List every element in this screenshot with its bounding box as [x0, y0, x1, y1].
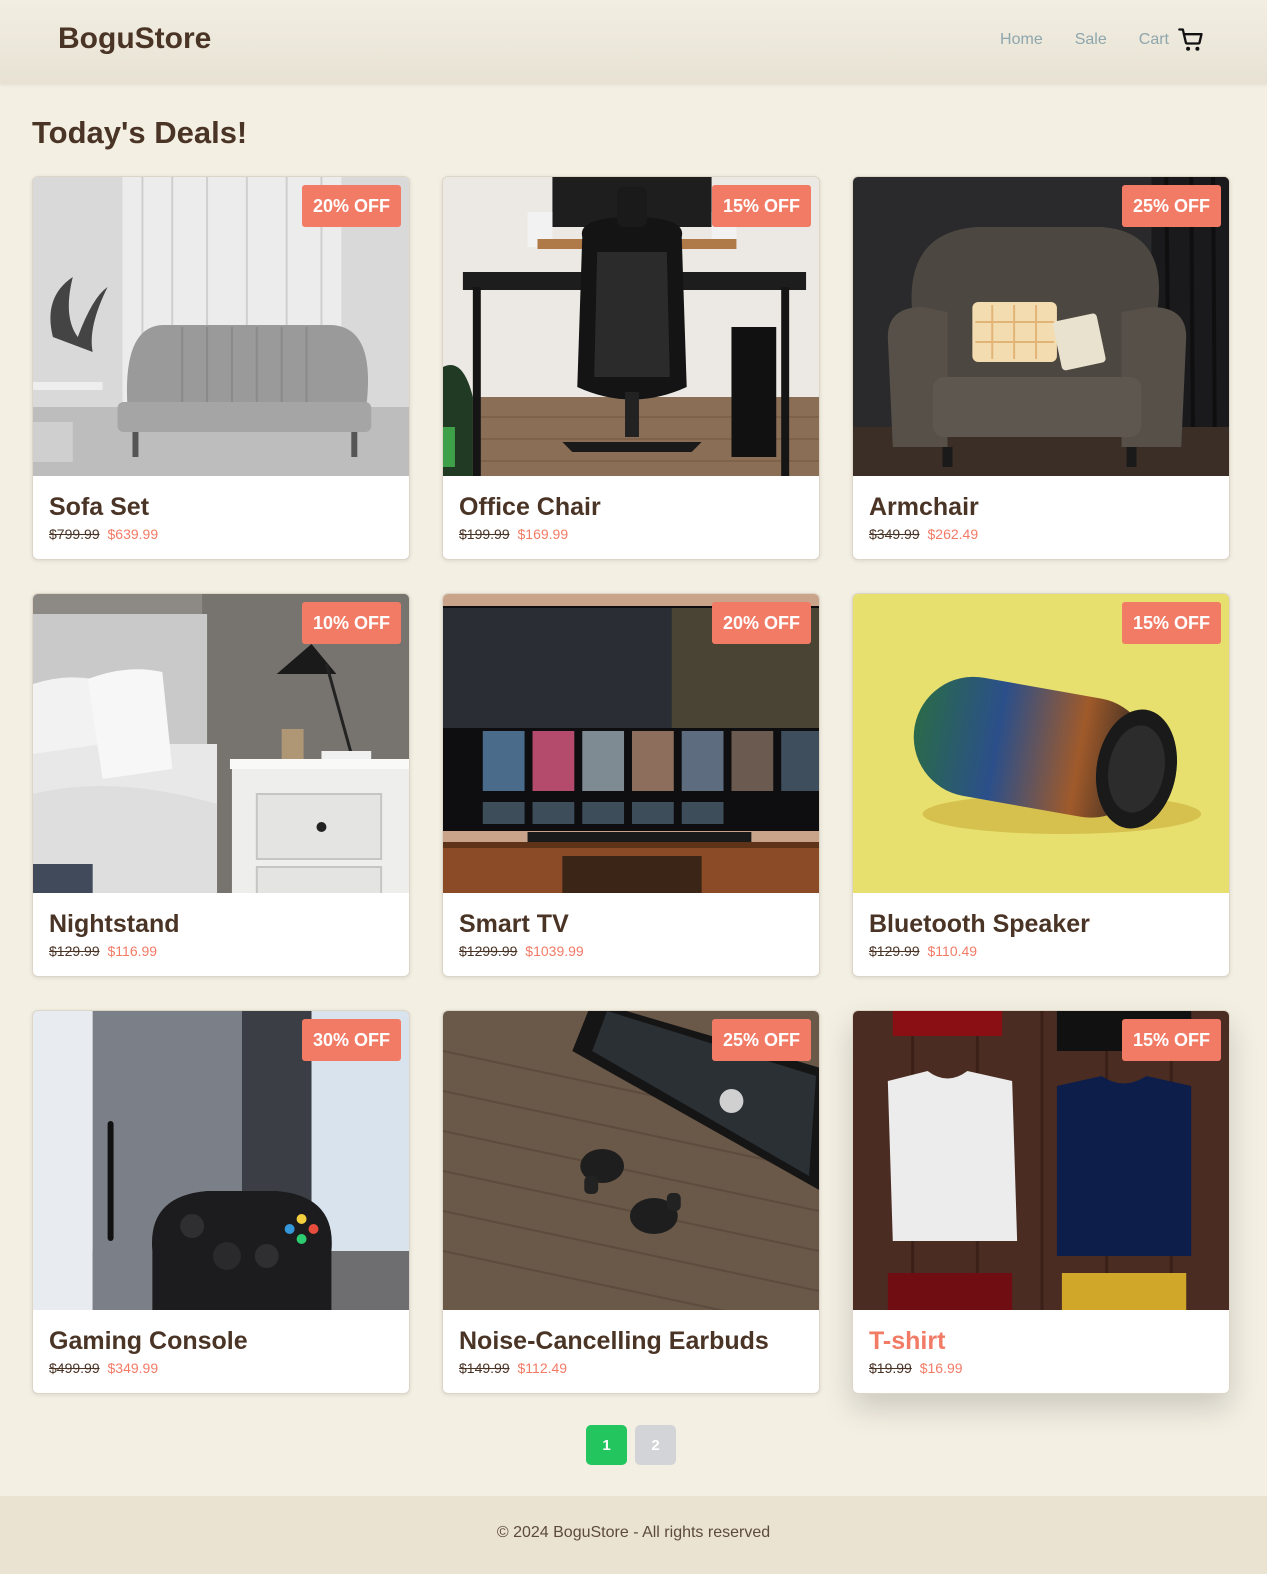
original-price: $349.99 — [869, 526, 920, 542]
product-image-tshirt[interactable]: 15% OFF — [853, 1011, 1229, 1310]
product-name[interactable]: Bluetooth Speaker — [869, 909, 1213, 939]
cart-icon[interactable] — [1177, 26, 1205, 54]
product-image-armchair[interactable]: 25% OFF — [853, 177, 1229, 476]
sale-price: $1039.99 — [525, 943, 584, 959]
original-price: $129.99 — [869, 943, 920, 959]
sale-price: $16.99 — [919, 1360, 963, 1376]
product-card[interactable]: 25% OFF Noise-Cancelling Earbuds $149.99… — [442, 1010, 820, 1394]
brand-logo[interactable]: BoguStore — [58, 22, 211, 56]
product-name[interactable]: Gaming Console — [49, 1326, 393, 1356]
product-image-office-chair[interactable]: 15% OFF — [443, 177, 819, 476]
discount-badge: 30% OFF — [301, 1019, 401, 1061]
sale-price: $112.49 — [517, 1360, 568, 1376]
product-name[interactable]: Noise-Cancelling Earbuds — [459, 1326, 803, 1356]
discount-badge: 15% OFF — [1121, 602, 1221, 644]
sale-price: $639.99 — [107, 526, 159, 542]
nav-sale-link[interactable]: Sale — [1075, 31, 1107, 49]
product-card[interactable]: 15% OFF T-shirt $19.99 $16.99 — [852, 1010, 1230, 1394]
nav-cart-label: Cart — [1138, 31, 1169, 48]
copyright-text: © 2024 BoguStore - All rights reserved — [496, 1524, 771, 1541]
product-card[interactable]: 25% OFF Armchair $349.99 $262.49 — [852, 176, 1230, 560]
page-button-2[interactable]: 2 — [635, 1425, 676, 1465]
product-image-speaker[interactable]: 15% OFF — [853, 594, 1229, 893]
main-nav: Home Sale Cart — [968, 26, 1205, 54]
nav-cart-link[interactable]: Cart — [1139, 26, 1205, 54]
product-name[interactable]: Armchair — [869, 492, 1213, 522]
product-name[interactable]: Nightstand — [49, 909, 393, 939]
sale-price: $110.49 — [927, 943, 978, 959]
site-footer: © 2024 BoguStore - All rights reserved — [0, 1496, 1267, 1574]
product-name[interactable]: T-shirt — [869, 1326, 1213, 1356]
product-image-sofa[interactable]: 20% OFF — [33, 177, 409, 476]
sale-price: $116.99 — [107, 943, 158, 959]
pagination: 1 2 — [586, 1425, 684, 1465]
product-card[interactable]: 20% OFF Smart TV $1299.99 $1039.99 — [442, 593, 820, 977]
discount-badge: 10% OFF — [301, 602, 401, 644]
product-card[interactable]: 30% OFF Gaming Console $499.99 $349.99 — [32, 1010, 410, 1394]
product-image-nightstand[interactable]: 10% OFF — [33, 594, 409, 893]
product-card[interactable]: 20% OFF Sofa Set $799.99 $639.99 — [32, 176, 410, 560]
original-price: $499.99 — [49, 1360, 100, 1376]
site-header: BoguStore Home Sale Cart — [0, 0, 1267, 84]
product-card[interactable]: 10% OFF Nightstand $129.99 $116.99 — [32, 593, 410, 977]
sale-price: $262.49 — [927, 526, 979, 542]
product-card[interactable]: 15% OFF Bluetooth Speaker $129.99 $110.4… — [852, 593, 1230, 977]
original-price: $149.99 — [459, 1360, 510, 1376]
product-grid: 20% OFF Sofa Set $799.99 $639.99 15% OFF… — [32, 176, 1230, 1394]
discount-badge: 15% OFF — [711, 185, 811, 227]
product-card[interactable]: 15% OFF Office Chair $199.99 $169.99 — [442, 176, 820, 560]
product-name[interactable]: Sofa Set — [49, 492, 393, 522]
discount-badge: 20% OFF — [301, 185, 401, 227]
page-button-1[interactable]: 1 — [586, 1425, 627, 1465]
sale-price: $349.99 — [107, 1360, 159, 1376]
original-price: $129.99 — [49, 943, 100, 959]
page-title: Today's Deals! — [32, 115, 248, 150]
discount-badge: 25% OFF — [711, 1019, 811, 1061]
discount-badge: 25% OFF — [1121, 185, 1221, 227]
nav-home-link[interactable]: Home — [1000, 31, 1043, 49]
product-name[interactable]: Office Chair — [459, 492, 803, 522]
product-image-console[interactable]: 30% OFF — [33, 1011, 409, 1310]
sale-price: $169.99 — [517, 526, 569, 542]
product-image-smart-tv[interactable]: 20% OFF — [443, 594, 819, 893]
discount-badge: 20% OFF — [711, 602, 811, 644]
original-price: $19.99 — [869, 1360, 912, 1376]
product-image-earbuds[interactable]: 25% OFF — [443, 1011, 819, 1310]
discount-badge: 15% OFF — [1121, 1019, 1221, 1061]
original-price: $1299.99 — [459, 943, 518, 959]
original-price: $199.99 — [459, 526, 510, 542]
original-price: $799.99 — [49, 526, 100, 542]
product-name[interactable]: Smart TV — [459, 909, 803, 939]
